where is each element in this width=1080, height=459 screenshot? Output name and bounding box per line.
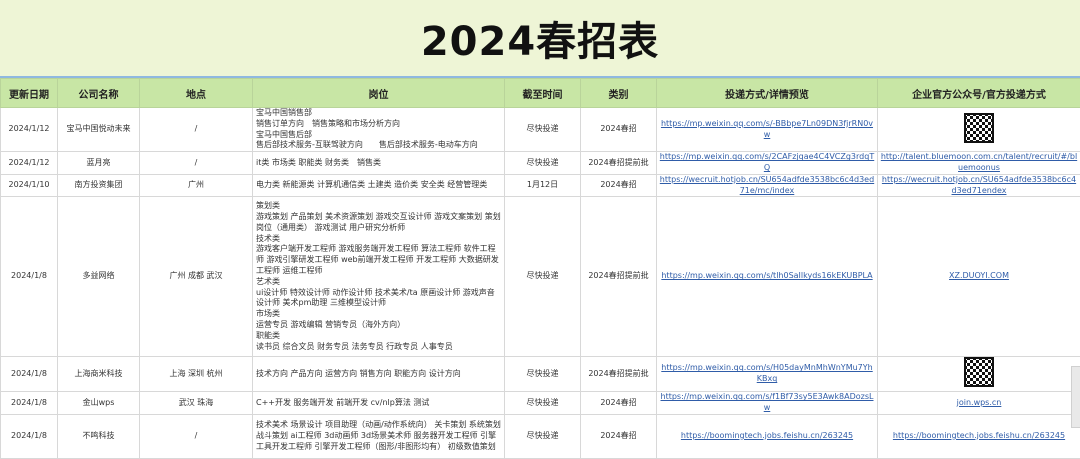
cell-company: 不鸣科技 <box>58 414 140 458</box>
cell-official[interactable] <box>878 357 1080 392</box>
table-row: 2024/1/8 不鸣科技 / 技术美术 场景设计 项目助理（动画/动作系统向）… <box>1 414 1080 458</box>
table-row: 2024/1/8 多益网络 广州 成都 武汉 策划类 游戏策划 产品策划 美术资… <box>1 197 1080 357</box>
header-category: 类别 <box>581 79 657 108</box>
cell-category: 2024春招 <box>581 414 657 458</box>
cell-company: 宝马中国悦动未来 <box>58 108 140 152</box>
cell-date: 2024/1/10 <box>1 174 58 197</box>
official-link[interactable]: https://boomingtech.jobs.feishu.cn/26324… <box>878 414 1080 458</box>
cell-company: 蓝月亮 <box>58 152 140 175</box>
apply-link[interactable]: https://wecruit.hotjob.cn/SU654adfde3538… <box>657 174 878 197</box>
recruitment-table: 更新日期 公司名称 地点 岗位 截至时间 类别 投递方式/详情预览 企业官方公众… <box>0 78 1080 459</box>
cell-category: 2024春招 <box>581 108 657 152</box>
title-banner: 2024春招表 <box>0 0 1080 78</box>
apply-link[interactable]: https://mp.weixin.qq.com/s/2CAFzjqae4C4V… <box>657 152 878 175</box>
cell-deadline: 尽快投递 <box>505 197 581 357</box>
table-row: 2024/1/8 上海商米科技 上海 深圳 杭州 技术方向 产品方向 运营方向 … <box>1 357 1080 392</box>
header-apply: 投递方式/详情预览 <box>657 79 878 108</box>
cell-positions: it类 市场类 职能类 财务类 销售类 <box>253 152 505 175</box>
cell-location: / <box>140 152 253 175</box>
cell-location: / <box>140 414 253 458</box>
official-link[interactable]: http://talent.bluemoon.com.cn/talent/rec… <box>878 152 1080 175</box>
apply-link[interactable]: https://mp.weixin.qq.com/s/tlh0SaIlkyds1… <box>657 197 878 357</box>
cell-positions: 技术方向 产品方向 运营方向 销售方向 职能方向 设计方向 <box>253 357 505 392</box>
cell-positions: 策划类 游戏策划 产品策划 美术资源策划 游戏交互设计师 游戏文案策划 策划岗位… <box>253 197 505 357</box>
cell-company: 南方投资集团 <box>58 174 140 197</box>
header-date: 更新日期 <box>1 79 58 108</box>
table-row: 2024/1/12 蓝月亮 / it类 市场类 职能类 财务类 销售类 尽快投递… <box>1 152 1080 175</box>
cell-positions: 电力类 新能源类 计算机通信类 土建类 造价类 安全类 经营管理类 <box>253 174 505 197</box>
cell-location: / <box>140 108 253 152</box>
cell-official[interactable] <box>878 108 1080 152</box>
cell-category: 2024春招 <box>581 174 657 197</box>
scrollbar-handle[interactable] <box>1071 366 1080 428</box>
apply-link[interactable]: https://mp.weixin.qq.com/s/f1Bf73sy5E3Aw… <box>657 392 878 415</box>
cell-date: 2024/1/12 <box>1 108 58 152</box>
cell-positions: 宝马中国销售部 销售订单方向 销售策略和市场分析方向 宝马中国售后部 售后部技术… <box>253 108 505 152</box>
official-link[interactable]: XZ.DUOYI.COM <box>878 197 1080 357</box>
table-row: 2024/1/12 宝马中国悦动未来 / 宝马中国销售部 销售订单方向 销售策略… <box>1 108 1080 152</box>
table-row: 2024/1/10 南方投资集团 广州 电力类 新能源类 计算机通信类 土建类 … <box>1 174 1080 197</box>
cell-deadline: 1月12日 <box>505 174 581 197</box>
cell-company: 多益网络 <box>58 197 140 357</box>
cell-deadline: 尽快投递 <box>505 414 581 458</box>
cell-date: 2024/1/8 <box>1 392 58 415</box>
table-row: 2024/1/8 金山wps 武汉 珠海 C++开发 服务端开发 前端开发 cv… <box>1 392 1080 415</box>
official-link[interactable]: https://wecruit.hotjob.cn/SU654adfde3538… <box>878 174 1080 197</box>
cell-location: 广州 <box>140 174 253 197</box>
cell-deadline: 尽快投递 <box>505 392 581 415</box>
apply-link[interactable]: https://mp.weixin.qq.com/s/H05dayMnMhWnY… <box>657 357 878 392</box>
header-official: 企业官方公众号/官方投递方式 <box>878 79 1080 108</box>
qr-code-icon <box>964 113 994 143</box>
cell-date: 2024/1/8 <box>1 197 58 357</box>
header-row: 更新日期 公司名称 地点 岗位 截至时间 类别 投递方式/详情预览 企业官方公众… <box>1 79 1080 108</box>
cell-category: 2024春招 <box>581 392 657 415</box>
header-location: 地点 <box>140 79 253 108</box>
cell-category: 2024春招提前批 <box>581 152 657 175</box>
cell-location: 武汉 珠海 <box>140 392 253 415</box>
cell-location: 上海 深圳 杭州 <box>140 357 253 392</box>
header-company: 公司名称 <box>58 79 140 108</box>
header-deadline: 截至时间 <box>505 79 581 108</box>
cell-location: 广州 成都 武汉 <box>140 197 253 357</box>
official-link[interactable]: join.wps.cn <box>878 392 1080 415</box>
cell-category: 2024春招提前批 <box>581 357 657 392</box>
cell-category: 2024春招提前批 <box>581 197 657 357</box>
cell-company: 上海商米科技 <box>58 357 140 392</box>
header-positions: 岗位 <box>253 79 505 108</box>
cell-deadline: 尽快投递 <box>505 357 581 392</box>
cell-deadline: 尽快投递 <box>505 108 581 152</box>
page-title: 2024春招表 <box>421 9 659 67</box>
cell-company: 金山wps <box>58 392 140 415</box>
apply-link[interactable]: https://boomingtech.jobs.feishu.cn/26324… <box>657 414 878 458</box>
cell-date: 2024/1/12 <box>1 152 58 175</box>
qr-code-icon <box>964 357 994 387</box>
cell-positions: C++开发 服务端开发 前端开发 cv/nlp算法 测试 <box>253 392 505 415</box>
apply-link[interactable]: https://mp.weixin.qq.com/s/-BBbpe7Ln09DN… <box>657 108 878 152</box>
cell-date: 2024/1/8 <box>1 414 58 458</box>
cell-date: 2024/1/8 <box>1 357 58 392</box>
cell-deadline: 尽快投递 <box>505 152 581 175</box>
cell-positions: 技术美术 场景设计 项目助理（动画/动作系统向） 关卡策划 系统策划 战斗策划 … <box>253 414 505 458</box>
